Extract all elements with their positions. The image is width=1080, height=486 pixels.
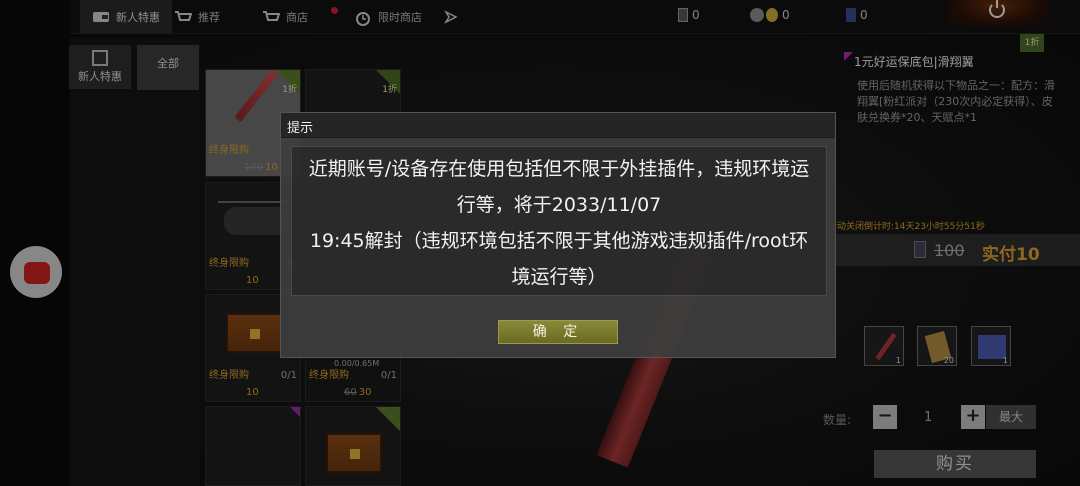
- dialog-header: 提示: [281, 113, 835, 138]
- dialog-message: 近期账号/设备存在使用包括但不限于外挂插件，违规环境运 行等，将于2033/11…: [291, 146, 827, 296]
- dialog-title: 提示: [287, 121, 314, 136]
- confirm-button[interactable]: 确 定: [498, 320, 618, 344]
- notice-dialog: 提示 近期账号/设备存在使用包括但不限于外挂插件，违规环境运 行等，将于2033…: [280, 112, 836, 358]
